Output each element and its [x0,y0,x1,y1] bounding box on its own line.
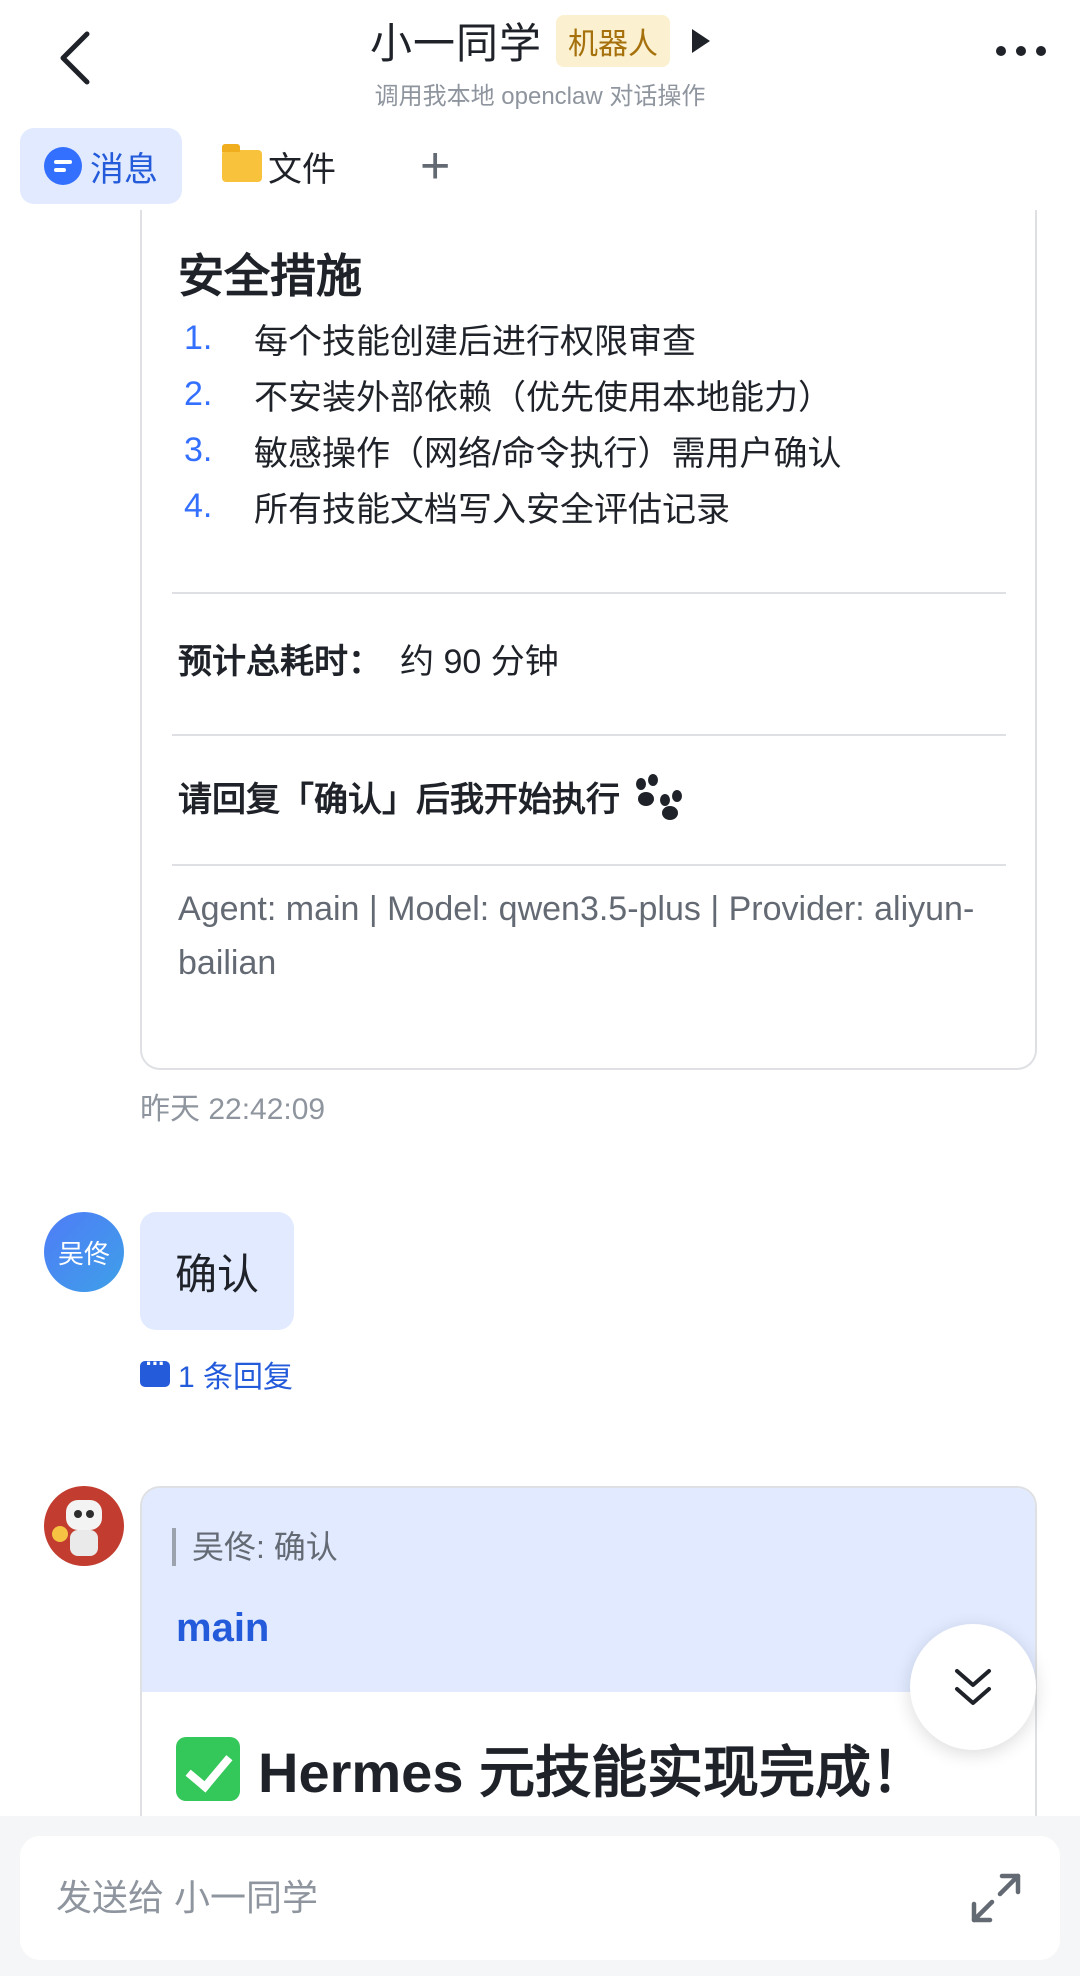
play-icon[interactable] [692,28,710,53]
more-dot-icon [1016,46,1026,56]
tab-files-label: 文件 [268,150,336,189]
security-list: 1. 每个技能创建后进行权限审查 2. 不安装外部依赖（优先使用本地能力） 3. 敏感… [184,310,841,534]
more-options-button[interactable] [996,46,1046,56]
bot-reply-card: 吴佟: 确认 main Hermes 元技能实现完成！ [140,1486,1037,1826]
list-number: 4. [184,486,213,525]
message-icon [44,147,82,185]
paw-prints-icon [634,773,686,820]
estimate-label: 预计总耗时： [178,643,382,681]
expand-composer-button[interactable] [968,1870,1024,1926]
bot-badge: 机器人 [556,14,670,67]
agent-meta: Agent: main | Model: qwen3.5-plus | Prov… [178,890,975,982]
folder-icon [222,144,262,182]
more-dot-icon [1036,46,1046,56]
completion-title: Hermes 元技能实现完成！ [176,1728,927,1809]
section-title: 安全措施 [178,250,362,302]
bot-message-card: 安全措施 1. 每个技能创建后进行权限审查 2. 不安装外部依赖（优先使用本地能力）… [140,160,1037,1070]
double-chevron-down-icon [955,1669,991,1705]
list-item: 1. 每个技能创建后进行权限审查 [184,310,841,366]
chat-subtitle: 调用我本地 openclaw 对话操作 [374,83,706,110]
title-area[interactable]: 小一同学 机器人 [0,10,1080,71]
chat-header: 小一同学 机器人 调用我本地 openclaw 对话操作 消息 文件 + [0,0,1080,210]
composer-area [0,1816,1080,1976]
composer [20,1836,1060,1960]
list-text: 每个技能创建后进行权限审查 [254,322,696,361]
tab-messages[interactable]: 消息 [20,128,182,204]
confirm-request-text: 请回复「确认」后我开始执行 [178,781,620,819]
list-number: 1. [184,318,213,357]
reply-count: 1 条回复 [178,1361,294,1394]
chat-title: 小一同学 [369,20,542,67]
divider [172,592,1006,594]
divider [172,864,1006,866]
robot-icon [66,1500,102,1530]
comment-icon [140,1351,170,1387]
check-mark-icon [176,1736,240,1801]
chat-tabs: 消息 文件 + [20,128,476,204]
list-item: 2. 不安装外部依赖（优先使用本地能力） [184,366,841,422]
list-number: 3. [184,430,213,469]
estimate-value: 约 90 分钟 [400,643,559,681]
quoted-message[interactable]: 吴佟: 确认 [172,1528,338,1566]
reply-thread-link[interactable]: 1 条回复 [140,1351,294,1396]
message-timestamp: 昨天 22:42:09 [140,1093,326,1126]
scroll-to-bottom-button[interactable] [910,1624,1036,1750]
completion-title-text: Hermes 元技能实现完成！ [258,1741,928,1804]
divider [172,734,1006,736]
list-text: 敏感操作（网络/命令执行）需用户确认 [254,434,842,473]
estimate-line: 预计总耗时： 约 90 分钟 [178,634,559,683]
list-number: 2. [184,374,213,413]
user-message-bubble[interactable]: 确认 [140,1212,294,1330]
agent-name: main [176,1606,270,1650]
confirm-request: 请回复「确认」后我开始执行 [178,772,686,821]
expand-icon [971,1873,1021,1923]
avatar[interactable]: 吴佟 [44,1212,124,1292]
list-text: 所有技能文档写入安全评估记录 [254,490,730,529]
list-item: 3. 敏感操作（网络/命令执行）需用户确认 [184,422,841,478]
more-dot-icon [996,46,1006,56]
reply-card-header: 吴佟: 确认 main [142,1488,1035,1692]
message-input[interactable] [56,1866,936,1930]
list-item: 4. 所有技能文档写入安全评估记录 [184,478,841,534]
bot-avatar[interactable] [44,1486,124,1566]
add-tab-button[interactable]: + [394,136,476,196]
tab-files[interactable]: 文件 [198,128,360,204]
list-text: 不安装外部依赖（优先使用本地能力） [254,378,832,417]
tab-messages-label: 消息 [90,150,158,189]
